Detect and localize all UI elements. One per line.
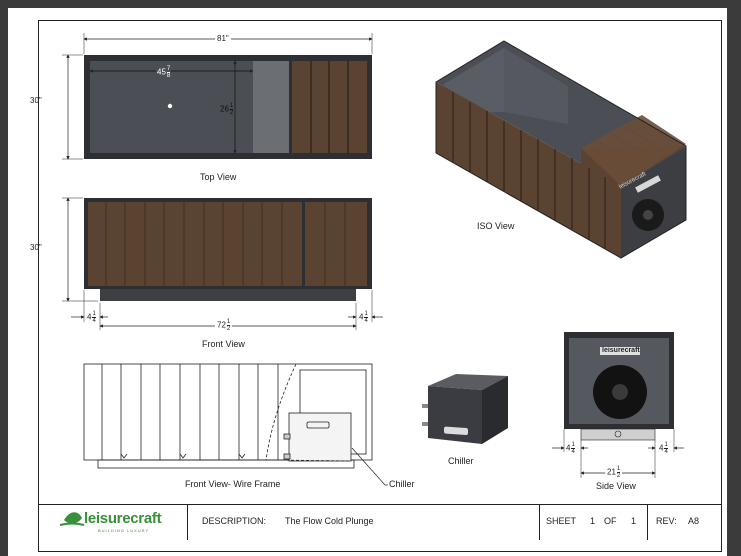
description-value: The Flow Cold Plunge xyxy=(285,516,374,526)
rev-value: A8 xyxy=(688,516,700,526)
wireframe-view-drawing xyxy=(83,363,388,486)
chiller-drawing xyxy=(422,374,508,444)
dim-side-width: 21 1 2 xyxy=(605,466,623,479)
side-badge-text: leisurecraft xyxy=(602,347,640,354)
dim-side-left: 414 xyxy=(566,442,575,455)
front-view-drawing xyxy=(62,197,383,330)
dim-base-length: 72 1 2 xyxy=(215,319,233,332)
title-block: leisurecraft BUILDING LUXURY DESCRIPTION… xyxy=(38,504,722,540)
brand-logo-text: leisurecraft xyxy=(84,510,162,527)
title-block-sheet-cell: SHEET 1 OF 1 xyxy=(540,505,648,540)
dim-overall-length: 81" xyxy=(215,34,231,43)
drawing-sheet: 81" 30" 45 7 8 26 1 2 Top View ISO View 30" … xyxy=(8,8,727,556)
dim-height-top: 30" xyxy=(30,96,42,105)
title-block-description-cell: DESCRIPTION: The Flow Cold Plunge xyxy=(188,505,540,540)
viewer-scrollbar[interactable] xyxy=(727,0,741,552)
dim-height-front: 30" xyxy=(30,243,42,252)
label-top-view: Top View xyxy=(200,172,237,182)
drain-icon xyxy=(167,103,173,109)
iso-view-drawing xyxy=(435,40,687,259)
dim-right-offset: 414 xyxy=(359,311,368,324)
sheet-label: SHEET xyxy=(546,516,577,526)
dim-side-right: 414 xyxy=(659,442,668,455)
callout-chiller: Chiller xyxy=(389,479,415,489)
brand-tagline: BUILDING LUXURY xyxy=(98,528,150,533)
dim-inner-width: 26 1 2 xyxy=(220,103,234,116)
wireframe-chiller xyxy=(288,412,352,462)
label-front-view: Front View xyxy=(202,339,245,349)
top-view-drawing xyxy=(62,33,373,160)
sheet-total: 1 xyxy=(631,516,637,526)
front-view-base xyxy=(100,289,356,301)
dim-left-offset: 414 xyxy=(87,311,96,324)
rev-label: REV: xyxy=(656,516,677,526)
front-view-door xyxy=(305,202,367,286)
label-side-view: Side View xyxy=(596,481,636,491)
label-chiller: Chiller xyxy=(448,456,474,466)
label-wireframe-view: Front View- Wire Frame xyxy=(185,479,281,489)
top-view-step-panel xyxy=(253,61,289,153)
description-label: DESCRIPTION: xyxy=(202,516,267,526)
label-iso-view: ISO View xyxy=(477,221,515,231)
dim-inner-length: 45 7 8 xyxy=(156,66,172,79)
front-view-wood-cladding xyxy=(88,202,302,286)
sheet-of-label: OF xyxy=(604,516,617,526)
sheet-number: 1 xyxy=(590,516,596,526)
title-block-rev-cell: REV: A8 xyxy=(648,505,722,540)
title-block-logo-cell: leisurecraft BUILDING LUXURY xyxy=(38,505,188,540)
